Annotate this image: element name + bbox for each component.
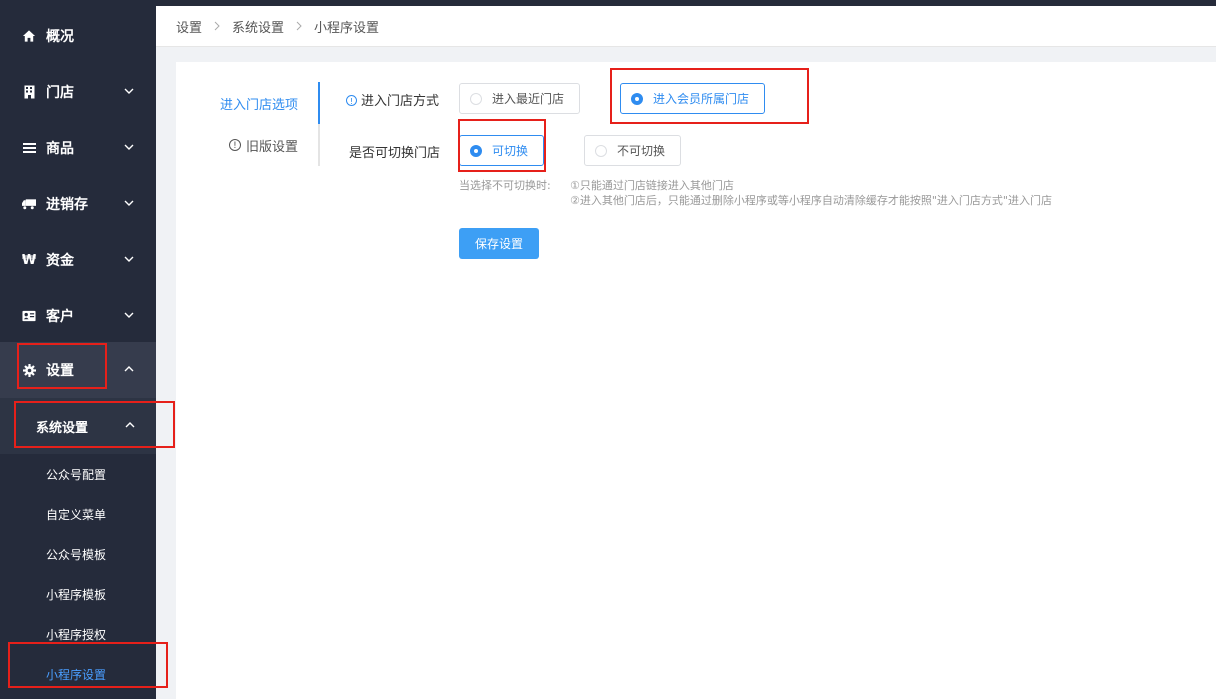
submenu-item-label: 公众号配置 bbox=[46, 467, 107, 482]
submenu-item-label: 小程序设置 bbox=[46, 667, 107, 682]
save-button[interactable]: 保存设置 bbox=[459, 228, 539, 259]
breadcrumb: 设置 系统设置 小程序设置 bbox=[156, 6, 1216, 47]
sidebar-item-products[interactable]: 商品 bbox=[0, 120, 156, 176]
sidebar-item-label: 资金 bbox=[46, 253, 74, 269]
sidebar-item-customers[interactable]: 客户 bbox=[0, 288, 156, 344]
radio-label: 进入最近门店 bbox=[492, 92, 565, 106]
radio-member-store[interactable]: 进入会员所属门店 bbox=[620, 83, 765, 114]
sidebar-item-overview[interactable]: 概况 bbox=[0, 8, 156, 64]
sidebar-item-inventory[interactable]: 进销存 bbox=[0, 176, 156, 232]
radio-switchable[interactable]: 可切换 bbox=[459, 135, 544, 166]
entry-mode-label-text: 进入门店方式 bbox=[361, 94, 440, 109]
sidebar-item-funds[interactable]: ₩ 资金 bbox=[0, 232, 156, 288]
building-icon bbox=[22, 85, 36, 99]
submenu-title: 系统设置 bbox=[36, 420, 89, 436]
submenu-item-label: 自定义菜单 bbox=[46, 507, 107, 522]
sidebar-item-label: 门店 bbox=[46, 85, 74, 101]
info-icon: ! bbox=[228, 139, 241, 151]
radio-label: 不可切换 bbox=[617, 144, 666, 158]
radio-dot-icon bbox=[470, 144, 482, 157]
radio-label: 进入会员所属门店 bbox=[653, 92, 750, 106]
chevron-right-icon bbox=[214, 21, 220, 31]
sidebar-item-store[interactable]: 门店 bbox=[0, 64, 156, 120]
chevron-down-icon bbox=[124, 312, 134, 318]
radio-dot-icon bbox=[631, 92, 643, 105]
hint-line-1: ①只能通过门店链接进入其他门店 bbox=[570, 179, 734, 192]
radio-nearest-store[interactable]: 进入最近门店 bbox=[459, 83, 580, 114]
chevron-up-icon bbox=[125, 422, 135, 428]
tab-label: 旧版设置 bbox=[245, 139, 298, 155]
menu-icon bbox=[22, 141, 36, 155]
info-icon: ! bbox=[346, 95, 357, 106]
sidebar-item-label: 概况 bbox=[46, 29, 74, 45]
sidebar-item-label: 商品 bbox=[46, 141, 74, 157]
submenu-item-label: 小程序模板 bbox=[46, 587, 107, 602]
submenu-item-wechat-config[interactable]: 公众号配置 bbox=[0, 454, 156, 494]
tab-label: 进入门店选项 bbox=[219, 97, 298, 113]
id-card-icon bbox=[22, 309, 36, 323]
submenu-system-settings[interactable]: 系统设置 bbox=[0, 398, 156, 454]
chevron-up-icon bbox=[124, 366, 134, 372]
chevron-down-icon bbox=[124, 200, 134, 206]
sidebar-item-label: 设置 bbox=[46, 363, 74, 379]
entry-mode-label: ! 进入门店方式 bbox=[346, 90, 439, 109]
sidebar-item-label: 进销存 bbox=[46, 197, 88, 213]
gear-icon bbox=[22, 363, 36, 377]
submenu-item-label: 公众号模板 bbox=[46, 547, 107, 562]
switch-label: 是否可切换门店 bbox=[349, 146, 441, 161]
breadcrumb-item-system[interactable]: 系统设置 bbox=[232, 17, 284, 36]
tab-store-entry[interactable]: 进入门店选项 bbox=[176, 82, 320, 124]
chevron-down-icon bbox=[124, 144, 134, 150]
content-panel: 进入门店选项 ! 旧版设置 ! 进入门店方式 进入最近门店 进入会员所属门店 是否… bbox=[176, 62, 1216, 699]
vertical-tabs: 进入门店选项 ! 旧版设置 bbox=[176, 82, 320, 166]
chevron-down-icon bbox=[124, 88, 134, 94]
sidebar-item-label: 客户 bbox=[46, 309, 74, 325]
tab-legacy-settings[interactable]: ! 旧版设置 bbox=[176, 124, 320, 166]
submenu-item-wechat-template[interactable]: 公众号模板 bbox=[0, 534, 156, 574]
radio-label: 可切换 bbox=[492, 144, 529, 158]
breadcrumb-item-current: 小程序设置 bbox=[314, 20, 380, 36]
truck-icon bbox=[22, 197, 36, 211]
currency-icon: ₩ bbox=[21, 252, 37, 268]
submenu-item-label: 小程序授权 bbox=[46, 627, 107, 642]
chevron-down-icon bbox=[124, 256, 134, 262]
radio-not-switchable[interactable]: 不可切换 bbox=[584, 135, 681, 166]
submenu-item-miniapp-auth[interactable]: 小程序授权 bbox=[0, 614, 156, 654]
breadcrumb-item-settings[interactable]: 设置 bbox=[176, 17, 202, 36]
hint-line-2: ②进入其他门店后，只能通过删除小程序或等小程序自动清除缓存才能按照"进入门店方式… bbox=[570, 194, 1052, 207]
radio-dot-icon bbox=[470, 92, 482, 105]
submenu-item-custom-menu[interactable]: 自定义菜单 bbox=[0, 494, 156, 534]
submenu-item-miniapp-settings[interactable]: 小程序设置 bbox=[0, 654, 156, 694]
sidebar: 概况 门店 商品 进销存 ₩ 资金 客户 设置 系统设置 公众号配置 自定义菜单… bbox=[0, 0, 156, 699]
radio-dot-icon bbox=[595, 144, 607, 157]
sidebar-item-settings[interactable]: 设置 bbox=[0, 342, 156, 398]
submenu-item-miniapp-template[interactable]: 小程序模板 bbox=[0, 574, 156, 614]
hint-prefix: 当选择不可切换时: bbox=[459, 179, 551, 192]
home-icon bbox=[22, 29, 36, 43]
chevron-right-icon bbox=[296, 21, 302, 31]
